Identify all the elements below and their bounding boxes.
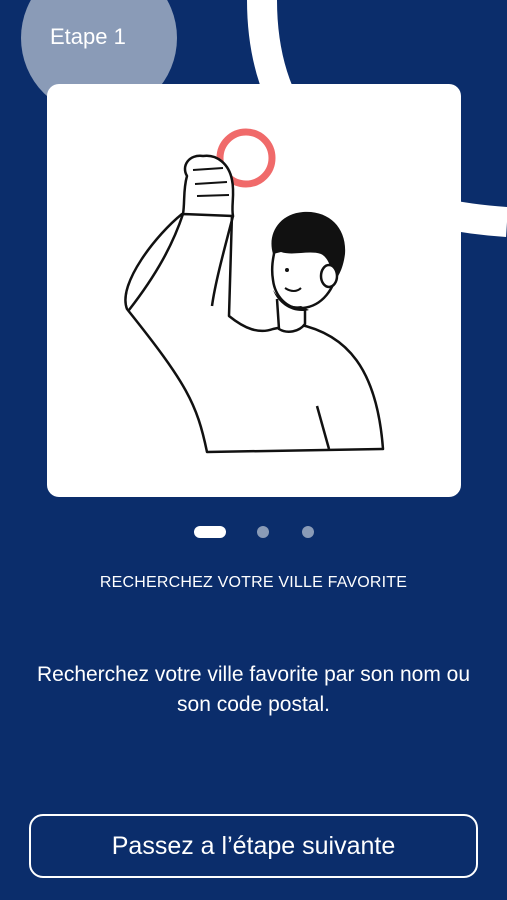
- onboarding-title: RECHERCHEZ VOTRE VILLE FAVORITE: [99, 574, 408, 591]
- person-raising-fist-illustration: [124, 128, 385, 454]
- pager-dots: [0, 524, 507, 540]
- pager-dot[interactable]: [257, 526, 269, 538]
- next-step-button[interactable]: Passez a l’étape suivante: [29, 814, 478, 878]
- pager-dot-active[interactable]: [194, 526, 226, 538]
- pager-dot[interactable]: [302, 526, 314, 538]
- onboarding-description: Recherchez votre ville favorite par son …: [36, 663, 471, 716]
- step-label: Etape 1: [50, 24, 126, 49]
- illustration-card: [47, 84, 461, 497]
